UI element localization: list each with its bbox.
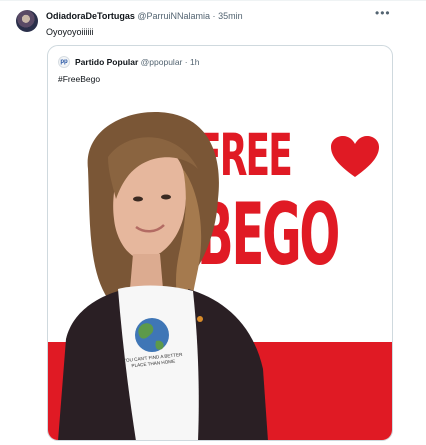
top-divider (0, 0, 426, 1)
tweet-author: OdiadoraDeTortugas @ParruiNNalamia · 35m… (46, 11, 243, 21)
quote-tweet-card[interactable]: pp Partido Popular @ppopular · 1h #FreeB… (47, 45, 393, 441)
author-handle[interactable]: @ParruiNNalamia (137, 11, 210, 21)
quote-author-handle[interactable]: @ppopular (141, 57, 183, 67)
author-name[interactable]: OdiadoraDeTortugas (46, 11, 135, 21)
woman-portrait (58, 112, 268, 440)
avatar[interactable] (16, 10, 38, 32)
quote-text: #FreeBego (58, 74, 101, 84)
quote-author-name[interactable]: Partido Popular (75, 57, 138, 67)
dot-separator: · (212, 11, 216, 21)
heart-icon (331, 136, 379, 177)
more-horizontal-icon[interactable]: ••• (375, 7, 390, 19)
party-logo-avatar[interactable]: pp (58, 56, 70, 68)
tweet-text: Oyoyoyoiiiiii (46, 27, 94, 37)
quote-author: Partido Popular @ppopular · 1h (75, 57, 199, 67)
dot-separator: · (184, 57, 188, 67)
quote-image[interactable]: FREE BEGO YOU CAN'T FIND A BETTER PLACE … (48, 109, 392, 440)
tweet-time[interactable]: 35min (218, 11, 243, 21)
quote-time[interactable]: 1h (190, 57, 199, 67)
